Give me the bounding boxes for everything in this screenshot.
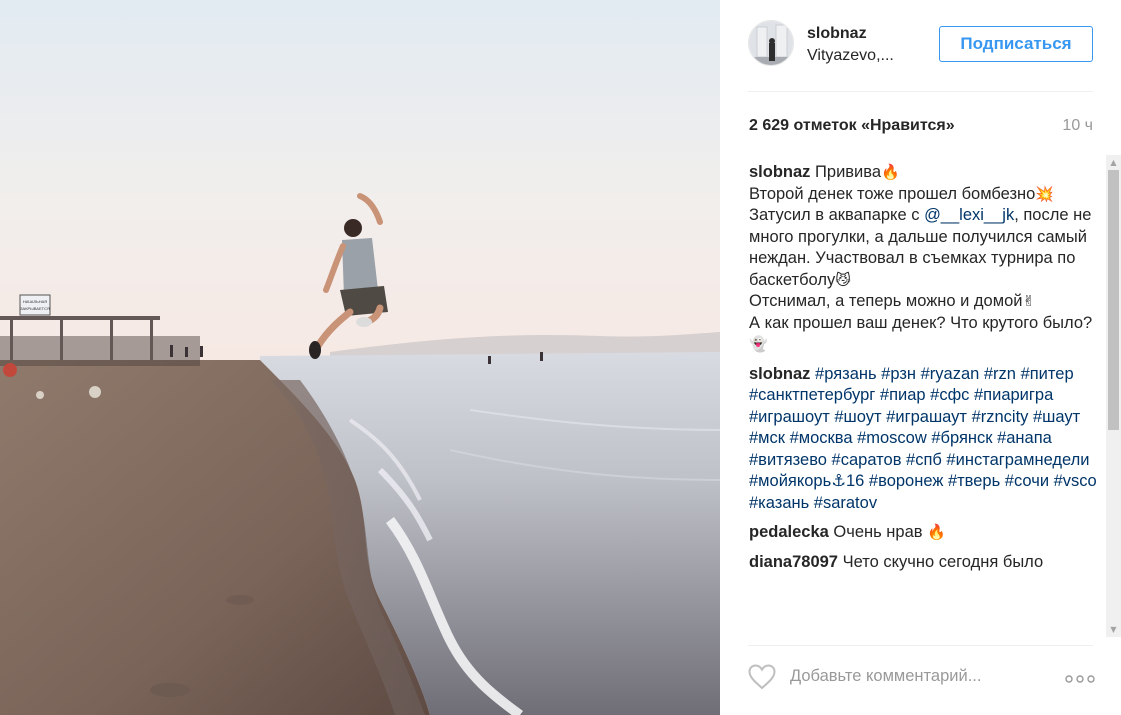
comment-text: Очень нрав bbox=[833, 523, 928, 541]
signboard-text: ЗАКРЫВАЕТСЯ bbox=[20, 306, 50, 311]
caption-line: Второй денек тоже прошел бомбезно bbox=[749, 184, 1036, 203]
post-dialog: НАЧАЛЬНАЯ ЗАКРЫВАЕТСЯ slobnaz Vityazevo,… bbox=[0, 0, 1121, 715]
post-time: 10 ч bbox=[1062, 117, 1093, 134]
comments-list: slobnaz Привива🔥 Второй денек тоже проше… bbox=[749, 162, 1104, 640]
comment-username[interactable]: slobnaz bbox=[749, 365, 810, 383]
scroll-down-arrow-icon[interactable]: ▼ bbox=[1106, 622, 1121, 637]
post-side-panel: slobnaz Vityazevo,... Подписаться 2 629 … bbox=[720, 0, 1121, 715]
comment-text: Чето скучно сегодня было bbox=[842, 552, 1044, 571]
divider bbox=[748, 91, 1093, 92]
hashtag-list[interactable]: #рязань #рзн #ryazan #rzn #питер #санктп… bbox=[749, 365, 1097, 512]
more-options-icon[interactable] bbox=[1065, 672, 1095, 684]
fire-emoji-icon: 🔥 bbox=[927, 523, 946, 541]
comment-item: pedalecka Очень нрав 🔥 bbox=[749, 522, 1104, 544]
peace-emoji-icon: ✌ bbox=[1022, 292, 1036, 310]
comment-item: diana78097 Чето скучно сегодня было bbox=[749, 552, 1104, 574]
username-link[interactable]: slobnaz bbox=[807, 25, 867, 43]
likes-count[interactable]: 2 629 отметок «Нравится» bbox=[749, 117, 955, 135]
caption-comment: slobnaz Привива🔥 Второй денек тоже проше… bbox=[749, 162, 1104, 356]
comments-scrollbar[interactable]: ▲ ▼ bbox=[1106, 155, 1121, 637]
fire-emoji-icon: 🔥 bbox=[881, 163, 900, 181]
signboard-text: НАЧАЛЬНАЯ bbox=[23, 299, 47, 304]
mention-link[interactable]: @__lexi__jk bbox=[924, 206, 1014, 224]
cat-emoji-icon: 😼 bbox=[835, 270, 851, 289]
hashtag-comment: slobnaz #рязань #рзн #ryazan #rzn #питер… bbox=[749, 364, 1104, 515]
comment-username[interactable]: pedalecka bbox=[749, 523, 829, 541]
follow-button[interactable]: Подписаться bbox=[939, 26, 1093, 62]
caption-line: А как прошел ваш денек? Что крутого было… bbox=[749, 313, 1093, 332]
comment-username[interactable]: slobnaz bbox=[749, 163, 810, 181]
avatar[interactable] bbox=[748, 20, 794, 66]
caption-line: Отснимал, а теперь можно и домой bbox=[749, 292, 1023, 310]
divider bbox=[748, 645, 1093, 646]
ghost-emoji-icon: 👻 bbox=[749, 335, 768, 353]
location-link[interactable]: Vityazevo,... bbox=[807, 47, 894, 65]
add-comment-input[interactable] bbox=[790, 667, 1005, 686]
caption-line: Привива bbox=[815, 163, 882, 181]
post-header: slobnaz Vityazevo,... Подписаться bbox=[748, 20, 1093, 68]
heart-icon[interactable] bbox=[748, 664, 776, 690]
comment-username[interactable]: diana78097 bbox=[749, 553, 838, 571]
scroll-up-arrow-icon[interactable]: ▲ bbox=[1106, 155, 1121, 170]
post-photo[interactable]: НАЧАЛЬНАЯ ЗАКРЫВАЕТСЯ bbox=[0, 0, 720, 715]
scrollbar-thumb[interactable] bbox=[1108, 170, 1119, 430]
boom-emoji-icon: 💥 bbox=[1035, 184, 1054, 203]
